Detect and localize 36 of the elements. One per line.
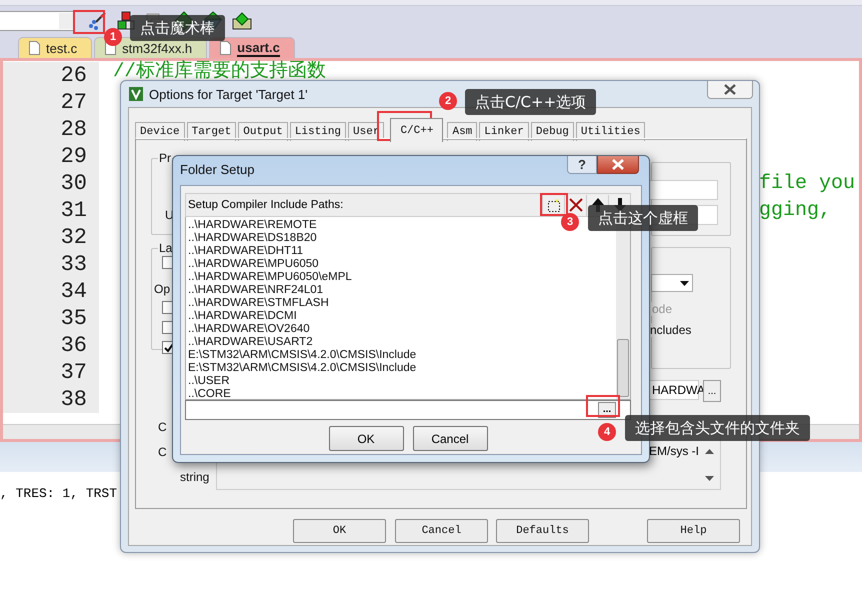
file-tab-label: test.c [46, 40, 78, 56]
line-number: 31 [3, 197, 99, 224]
line-number: 35 [3, 305, 99, 332]
line-number: 29 [3, 143, 99, 170]
callout-tooltip: 点击C/C++选项 [465, 89, 596, 115]
output-text: , TRES: 1, TRST [0, 486, 118, 501]
field-label: C [157, 420, 168, 434]
callout-tooltip: 选择包含头文件的文件夹 [625, 415, 810, 441]
line-number: 30 [3, 170, 99, 197]
field-label: Op [153, 282, 172, 296]
code-text: gging, [759, 198, 832, 224]
compiler-string-text: EM/sys -I [649, 444, 699, 458]
line-number: 38 [3, 386, 99, 413]
list-header: Setup Compiler Include Paths: [187, 199, 344, 211]
window-title: Folder Setup [180, 162, 254, 176]
line-number: 32 [3, 224, 99, 251]
callout-tooltip: 点击魔术棒 [130, 15, 225, 41]
code-comment: //标准库需要的支持函数 [113, 62, 326, 81]
line-number: 36 [3, 332, 99, 359]
group-label: Pr [158, 151, 172, 165]
file-tab-label: usart.c [237, 40, 280, 56]
option-label: ncludes [649, 323, 692, 337]
line-number: 27 [3, 89, 99, 116]
code-text: file you [759, 171, 856, 197]
field-label: string [179, 470, 210, 484]
line-number: 34 [3, 278, 99, 305]
line-number: 28 [3, 116, 99, 143]
file-tab-label: stm32f4xx.h [122, 40, 192, 56]
field-label: C [157, 445, 168, 459]
line-number: 26 [3, 62, 99, 89]
line-number: 37 [3, 359, 99, 386]
callout-tooltip: 点击这个虚框 [588, 205, 698, 231]
group-label: La [158, 241, 174, 255]
line-number: 33 [3, 251, 99, 278]
window-title: Options for Target 'Target 1' [149, 86, 308, 102]
option-label: ode [651, 302, 674, 316]
